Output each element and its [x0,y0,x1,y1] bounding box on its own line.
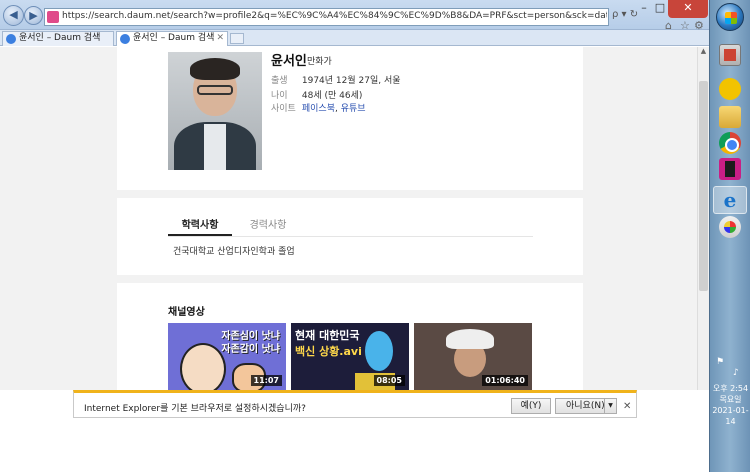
forward-button[interactable]: ▶ [24,6,43,25]
taskbar-app-1-icon[interactable] [719,44,741,66]
browser-tab-1[interactable]: 윤서인 – Daum 검색 [2,31,114,46]
taskbar-clock[interactable]: 오후 2:54 목요일 2021-01-14 [710,383,750,427]
taskbar-app-5-icon[interactable] [719,158,741,180]
birth-value: 1974년 12월 27일, 서울 [301,76,401,86]
browser-window: ◀ ▶ https://search.daum.net/search?w=pro… [0,0,709,472]
close-tab-icon[interactable]: ✕ [216,32,224,45]
age-value: 48세 (만 46세) [301,91,363,101]
facebook-link[interactable]: 페이스북 [302,104,335,114]
tab-divider [168,236,533,237]
no-button[interactable]: 아니요(N) ▼ [555,398,617,414]
default-browser-notification: Internet Explorer를 기본 브라우저로 설정하시겠습니까? 예(… [73,390,637,418]
site-separator: , [335,104,338,114]
system-tray: ⚑ ♪ [713,354,749,378]
tab-title: 윤서인 – Daum 검색 [133,33,215,43]
age-label: 나이 [271,91,288,101]
scrollbar-thumb[interactable] [699,81,708,291]
address-bar[interactable]: https://search.daum.net/search?w=profile… [44,8,609,26]
chrome-icon[interactable] [719,132,741,154]
person-job: 만화가 [307,57,332,67]
title-bar: ◀ ▶ https://search.daum.net/search?w=pro… [0,0,709,32]
no-button-label: 아니요(N) [566,401,605,411]
notification-text: Internet Explorer를 기본 브라우저로 설정하시겠습니까? [84,404,306,414]
site-row: 사이트 페이스북, 유튜브 [271,101,366,114]
page-viewport: 윤서인 만화가 출생 1974년 12월 27일, 서울 나이 48세 (만 4… [0,47,697,390]
video-thumbnail-2[interactable]: 현재 대한민국 백신 상황.avi 08:05 [291,323,409,390]
start-button[interactable] [716,3,744,31]
video-2-duration: 08:05 [373,375,405,386]
education-text: 건국대학교 산업디자인학과 졸업 [173,247,295,257]
person-name: 윤서인 [271,54,307,69]
education-card: 학력사항 경력사항 건국대학교 산업디자인학과 졸업 [117,198,583,275]
channel-video-card: 채널영상 자존심이 낫냐 자존감이 낫냐 11:07 현재 대한민국 백신 상황… [117,283,583,390]
action-center-flag-icon[interactable]: ⚑ [716,357,724,367]
close-icon[interactable]: ✕ [623,401,631,412]
tab-education[interactable]: 학력사항 [168,216,232,236]
tab-title: 윤서인 – Daum 검색 [19,33,101,43]
birth-label: 출생 [271,76,288,86]
paint-icon[interactable] [719,216,741,238]
yes-button[interactable]: 예(Y) [511,398,551,414]
video-3-duration: 01:06:40 [482,375,528,386]
minimize-button[interactable]: – [636,0,652,18]
address-controls[interactable]: ρ ▾ ↻ [612,9,638,20]
daum-favicon-icon [6,34,16,44]
vertical-scrollbar[interactable]: ▲ [697,47,709,390]
video-thumbnail-1[interactable]: 자존심이 낫냐 자존감이 낫냐 11:07 [168,323,286,390]
age-row: 나이 48세 (만 46세) [271,88,362,101]
profile-card: 윤서인 만화가 출생 1974년 12월 27일, 서울 나이 48세 (만 4… [117,47,583,190]
windows-taskbar: e ⚑ ♪ 오후 2:54 목요일 2021-01-14 [709,0,750,472]
status-area [0,420,709,472]
profile-photo[interactable] [168,52,262,170]
video-1-duration: 11:07 [250,375,282,386]
daum-favicon-icon [120,34,130,44]
video-thumbnail-3[interactable]: 01:06:40 [414,323,532,390]
clock-day: 목요일 [719,395,742,404]
birth-row: 출생 1974년 12월 27일, 서울 [271,73,401,86]
url-text[interactable]: https://search.daum.net/search?w=profile… [62,11,607,21]
video-1-line2: 자존감이 낫냐 [221,344,280,355]
browser-tab-2[interactable]: 윤서인 – Daum 검색 ✕ [116,31,228,46]
new-tab-button[interactable] [230,33,244,44]
close-window-button[interactable]: ✕ [668,0,708,18]
tab-bar: 윤서인 – Daum 검색 윤서인 – Daum 검색 ✕ [0,30,709,46]
maximize-button[interactable]: □ [652,0,668,18]
back-button[interactable]: ◀ [3,5,24,26]
site-favicon-icon [47,11,59,23]
channel-title: 채널영상 [168,307,205,318]
tab-career[interactable]: 경력사항 [238,216,298,231]
video-2-line1: 현재 대한민국 [295,329,360,342]
video-2-line2: 백신 상황.avi [295,345,362,358]
clock-time: 오후 2:54 [712,384,749,393]
taskbar-app-2-icon[interactable] [719,78,741,100]
internet-explorer-icon[interactable]: e [719,189,741,211]
speaker-icon[interactable]: ♪ [733,368,739,378]
chevron-down-icon[interactable]: ▼ [604,399,616,413]
clock-date: 2021-01-14 [712,406,749,426]
folder-icon[interactable] [719,106,741,128]
youtube-link[interactable]: 유튜브 [341,104,366,114]
scroll-up-icon[interactable]: ▲ [698,47,709,59]
site-label: 사이트 [271,104,296,114]
